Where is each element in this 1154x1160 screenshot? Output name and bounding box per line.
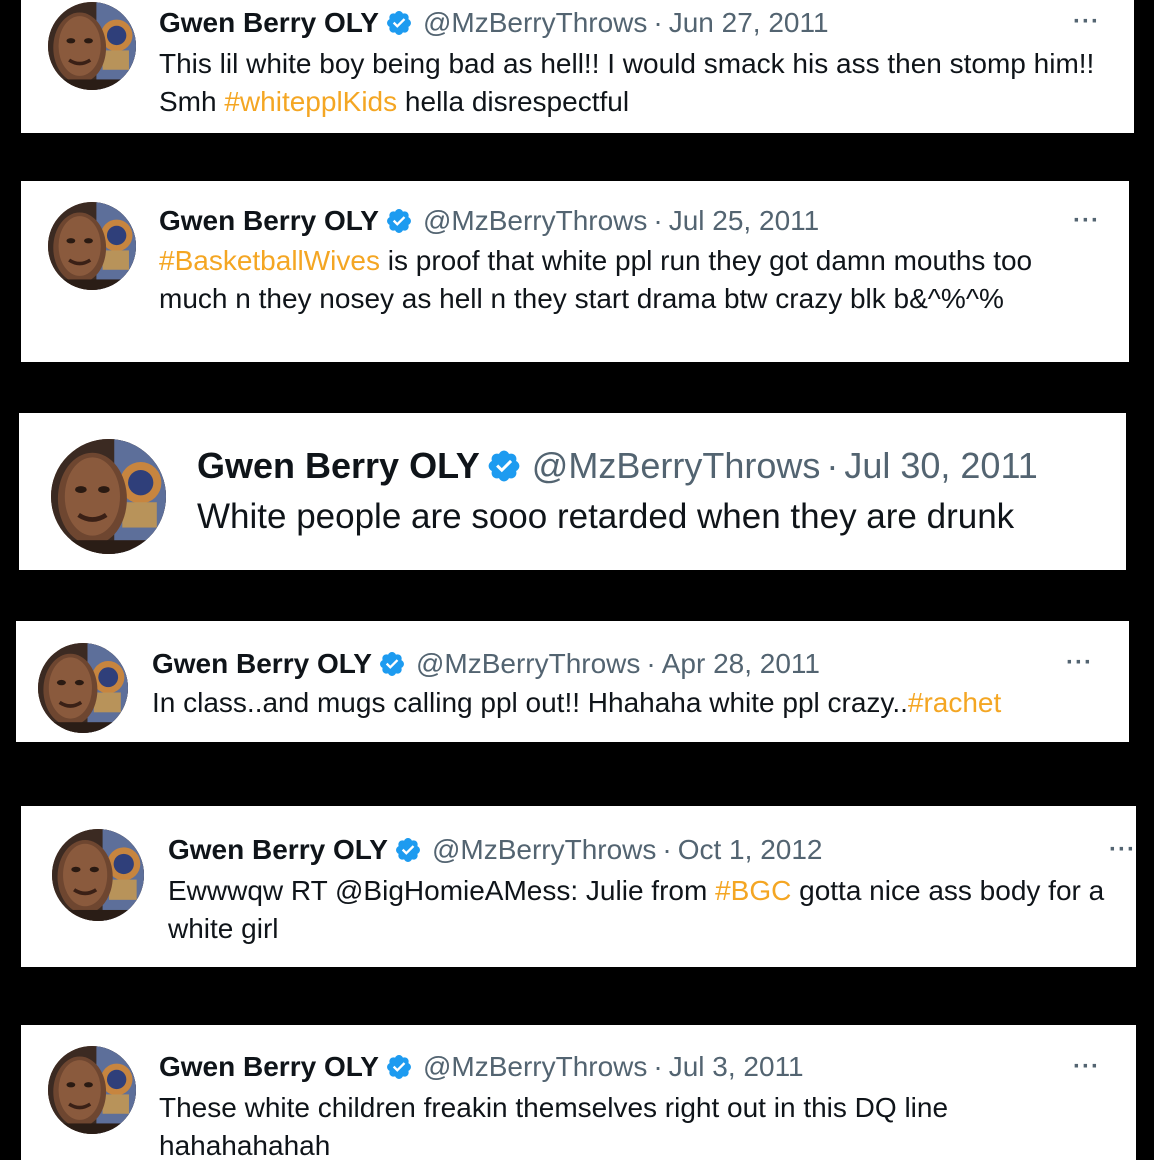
handle[interactable]: @MzBerryThrows — [423, 7, 647, 39]
tweet-card[interactable]: Gwen Berry OLY @MzBerryThrows · Jul 25, … — [21, 181, 1129, 362]
tweet-card[interactable]: Gwen Berry OLY @MzBerryThrows · Jun 27, … — [21, 0, 1134, 133]
handle[interactable]: @MzBerryThrows — [416, 648, 640, 680]
display-name[interactable]: Gwen Berry OLY — [159, 1051, 379, 1083]
display-name[interactable]: Gwen Berry OLY — [197, 445, 480, 487]
tweet-date[interactable]: Jul 3, 2011 — [669, 1051, 804, 1083]
tweet-text: #BasketballWives is proof that white ppl… — [159, 242, 1079, 318]
tweet-text: These white children freakin themselves … — [159, 1089, 1059, 1160]
verified-badge-icon — [385, 9, 413, 37]
tweet-text-part: These white children freakin themselves … — [159, 1092, 949, 1160]
display-name[interactable]: Gwen Berry OLY — [159, 205, 379, 237]
avatar[interactable] — [51, 439, 166, 554]
more-options-icon[interactable]: ··· — [1073, 1053, 1100, 1081]
separator: · — [662, 834, 672, 865]
handle[interactable]: @MzBerryThrows — [532, 445, 821, 487]
tweet-card[interactable]: Gwen Berry OLY @MzBerryThrows · Jul 30, … — [19, 413, 1126, 570]
display-name[interactable]: Gwen Berry OLY — [152, 648, 372, 680]
tweet-card[interactable]: Gwen Berry OLY @MzBerryThrows · Oct 1, 2… — [21, 806, 1136, 967]
tweet-text-part: In class..and mugs calling ppl out!! Hha… — [152, 687, 908, 718]
verified-badge-icon — [385, 1053, 413, 1081]
verified-badge-icon — [486, 448, 522, 484]
tweet-date[interactable]: Jun 27, 2011 — [669, 7, 829, 39]
tweet-card[interactable]: Gwen Berry OLY @MzBerryThrows · Apr 28, … — [16, 621, 1129, 742]
more-options-icon[interactable]: ··· — [1073, 8, 1100, 36]
hashtag-link[interactable]: #BGC — [715, 875, 791, 906]
separator: · — [653, 7, 663, 38]
tweet-date[interactable]: Oct 1, 2012 — [678, 834, 823, 866]
handle[interactable]: @MzBerryThrows — [423, 205, 647, 237]
more-options-icon[interactable]: ··· — [1066, 649, 1093, 677]
separator: · — [653, 205, 663, 236]
tweet-text-part: hella disrespectful — [397, 86, 630, 117]
tweet-text-part: Ewwwqw RT @BigHomieAMess: Julie from — [168, 875, 716, 906]
hashtag-link[interactable]: #BasketballWives — [159, 245, 380, 276]
separator: · — [826, 445, 839, 486]
tweet-text: In class..and mugs calling ppl out!! Hha… — [152, 684, 1112, 722]
verified-badge-icon — [394, 836, 422, 864]
tweet-text: This lil white boy being bad as hell!! I… — [159, 45, 1109, 121]
avatar[interactable] — [48, 1046, 136, 1134]
tweet-date[interactable]: Apr 28, 2011 — [662, 648, 820, 680]
tweet-card[interactable]: Gwen Berry OLY @MzBerryThrows · Jul 3, 2… — [21, 1025, 1136, 1160]
display-name[interactable]: Gwen Berry OLY — [159, 7, 379, 39]
avatar[interactable] — [48, 2, 136, 90]
tweet-text: White people are sooo retarded when they… — [197, 495, 1117, 539]
tweet-date[interactable]: Jul 25, 2011 — [669, 205, 820, 237]
tweet-date[interactable]: Jul 30, 2011 — [844, 445, 1037, 487]
handle[interactable]: @MzBerryThrows — [432, 834, 656, 866]
avatar[interactable] — [52, 829, 144, 921]
avatar[interactable] — [38, 643, 128, 733]
handle[interactable]: @MzBerryThrows — [423, 1051, 647, 1083]
separator: · — [653, 1051, 663, 1082]
verified-badge-icon — [378, 650, 406, 678]
hashtag-link[interactable]: #whitepplKids — [224, 86, 397, 117]
more-options-icon[interactable]: ··· — [1073, 207, 1100, 235]
more-options-icon[interactable]: ··· — [1109, 836, 1136, 864]
tweet-text: Ewwwqw RT @BigHomieAMess: Julie from #BG… — [168, 872, 1133, 948]
verified-badge-icon — [385, 207, 413, 235]
avatar[interactable] — [48, 202, 136, 290]
separator: · — [646, 648, 656, 679]
display-name[interactable]: Gwen Berry OLY — [168, 834, 388, 866]
tweet-text-part: White people are sooo retarded when they… — [197, 497, 1015, 536]
hashtag-link[interactable]: #rachet — [908, 687, 1001, 718]
